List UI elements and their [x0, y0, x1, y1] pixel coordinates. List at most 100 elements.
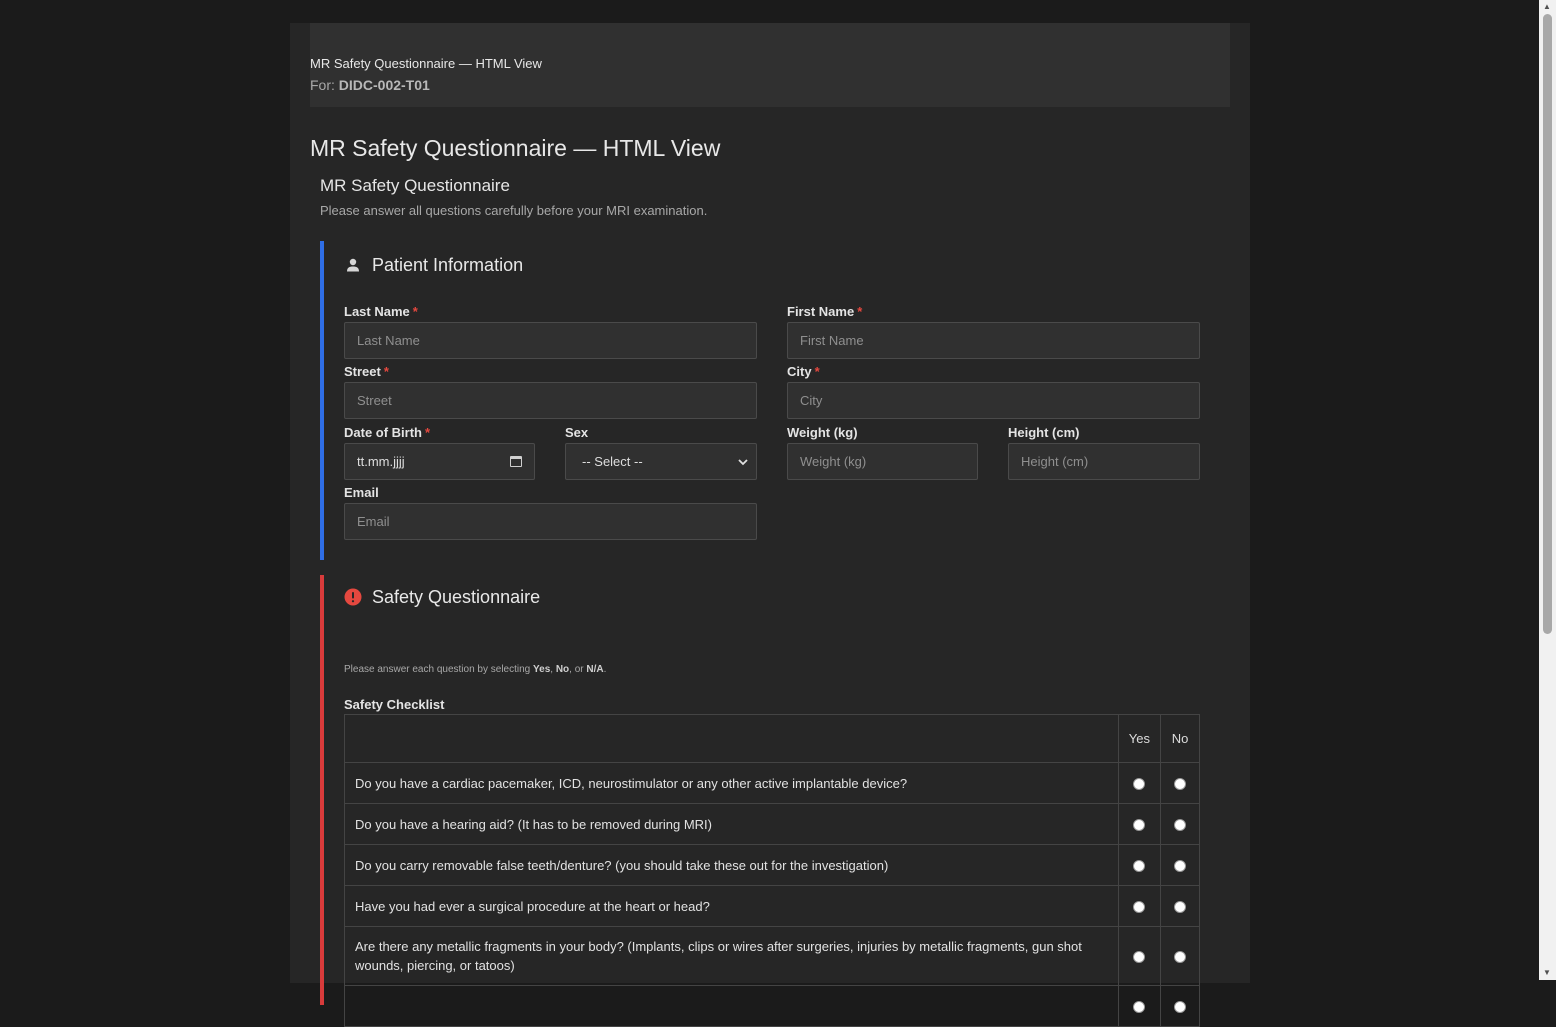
required-marker: *	[814, 364, 820, 379]
city-field[interactable]	[787, 382, 1200, 419]
city-label: City *	[787, 364, 820, 379]
street-field[interactable]	[344, 382, 757, 419]
required-marker: *	[383, 364, 389, 379]
no-cell	[1160, 885, 1200, 927]
table-row: Do you have a cardiac pacemaker, ICD, ne…	[344, 762, 1200, 804]
no-cell	[1160, 985, 1200, 1027]
table-row	[344, 985, 1200, 1027]
street-input[interactable]	[357, 393, 744, 408]
yes-column-header: Yes	[1117, 714, 1162, 763]
top-bar-title: MR Safety Questionnaire — HTML View	[310, 56, 542, 71]
date-of-birth-input[interactable]: tt.mm.jjjj	[344, 443, 535, 480]
first-name-group: First Name *	[787, 304, 1200, 359]
for-label: For:	[310, 77, 335, 93]
safety-checklist-title: Safety Checklist	[344, 697, 445, 712]
street-group: Street *	[344, 364, 757, 419]
no-cell	[1160, 926, 1200, 986]
safety-checklist-table: Yes No Do you have a cardiac pacemaker, …	[344, 714, 1200, 1027]
no-cell	[1160, 803, 1200, 845]
sex-label: Sex	[565, 425, 589, 440]
first-name-field[interactable]	[787, 322, 1200, 359]
yes-radio[interactable]	[1133, 778, 1146, 791]
height-input[interactable]	[1021, 454, 1187, 469]
email-input[interactable]	[357, 514, 744, 529]
question-text: Do you carry removable false teeth/dentu…	[344, 844, 1119, 886]
last-name-input[interactable]	[357, 333, 744, 348]
required-marker: *	[857, 304, 863, 319]
last-name-label: Last Name *	[344, 304, 418, 319]
yes-cell	[1117, 803, 1162, 845]
yes-radio[interactable]	[1133, 951, 1146, 964]
alert-icon	[344, 588, 362, 606]
last-name-group: Last Name *	[344, 304, 757, 359]
question-text: Do you have a hearing aid? (It has to be…	[344, 803, 1119, 845]
patient-information-heading: Patient Information	[344, 253, 523, 277]
no-cell	[1160, 844, 1200, 886]
sex-group: Sex -- Select --	[565, 425, 757, 480]
yes-cell	[1117, 985, 1162, 1027]
patient-information-title: Patient Information	[372, 254, 524, 275]
patient-information-section: Patient Information Last Name* First Nam…	[320, 241, 1200, 560]
weight-group: Weight (kg)	[787, 425, 978, 480]
top-bar: MR Safety Questionnaire — HTML View For:…	[310, 23, 1230, 107]
yes-radio[interactable]	[1133, 1001, 1146, 1014]
scroll-down-arrow-icon[interactable]: ▼	[1543, 969, 1551, 977]
table-row: Do you carry removable false teeth/dentu…	[344, 844, 1200, 886]
scroll-up-arrow-icon[interactable]: ▲	[1543, 3, 1551, 11]
height-field[interactable]	[1008, 443, 1200, 480]
top-bar-subject: For: DIDC-002-T01	[310, 77, 1230, 94]
scrollbar-thumb[interactable]	[1543, 14, 1552, 634]
height-group: Height (cm)	[1008, 425, 1200, 480]
table-row: Have you had ever a surgical procedure a…	[344, 885, 1200, 927]
yes-radio[interactable]	[1133, 901, 1146, 914]
weight-label: Weight (kg)	[787, 425, 858, 440]
table-row: Are there any metallic fragments in your…	[344, 926, 1200, 986]
form-intro: Please answer all questions carefully be…	[320, 203, 708, 218]
yes-cell	[1117, 926, 1162, 986]
yes-cell	[1117, 762, 1162, 804]
person-icon	[344, 256, 362, 274]
required-marker: *	[412, 304, 418, 319]
city-group: City *	[787, 364, 1200, 419]
height-label: Height (cm)	[1008, 425, 1080, 440]
no-radio[interactable]	[1174, 819, 1186, 832]
page-container: MR Safety Questionnaire — HTML View For:…	[290, 23, 1250, 1027]
safety-questionnaire-heading: Safety Questionnaire	[344, 585, 540, 609]
required-marker: *	[425, 425, 431, 440]
no-radio[interactable]	[1174, 1001, 1186, 1014]
date-of-birth-value: tt.mm.jjjj	[357, 454, 405, 469]
first-name-label: First Name *	[787, 304, 863, 319]
question-text: Are there any metallic fragments in your…	[344, 926, 1119, 986]
subject-id: DIDC-002-T01	[338, 77, 430, 93]
yes-cell	[1117, 844, 1162, 886]
yes-radio[interactable]	[1133, 819, 1146, 832]
page-scrollbar[interactable]: ▲ ▼	[1539, 0, 1556, 980]
weight-input[interactable]	[800, 454, 965, 469]
table-row: Do you have a hearing aid? (It has to be…	[344, 803, 1200, 845]
safety-questionnaire-section: Safety Questionnaire Please answer each …	[320, 575, 1200, 1027]
sex-select[interactable]: -- Select --	[565, 443, 757, 480]
calendar-icon[interactable]	[510, 456, 522, 467]
no-cell	[1160, 762, 1200, 804]
no-column-header: No	[1160, 714, 1200, 763]
question-column-header	[344, 714, 1119, 763]
yes-radio[interactable]	[1133, 860, 1146, 873]
question-text: Do you have a cardiac pacemaker, ICD, ne…	[344, 762, 1119, 804]
no-radio[interactable]	[1174, 901, 1186, 914]
no-radio[interactable]	[1174, 778, 1186, 791]
email-label: Email	[344, 485, 379, 500]
email-field[interactable]	[344, 503, 757, 540]
city-input[interactable]	[800, 393, 1187, 408]
no-radio[interactable]	[1174, 860, 1186, 873]
date-of-birth-group: Date of Birth * tt.mm.jjjj	[344, 425, 535, 480]
page-title: MR Safety Questionnaire — HTML View	[310, 135, 721, 161]
question-text	[344, 985, 1119, 1027]
no-radio[interactable]	[1174, 951, 1186, 964]
date-of-birth-label: Date of Birth *	[344, 425, 431, 440]
last-name-field[interactable]	[344, 322, 757, 359]
question-text: Have you had ever a surgical procedure a…	[344, 885, 1119, 927]
yes-cell	[1117, 885, 1162, 927]
first-name-input[interactable]	[800, 333, 1187, 348]
answer-instructions: Please answer each question by selecting…	[344, 664, 607, 675]
weight-field[interactable]	[787, 443, 978, 480]
